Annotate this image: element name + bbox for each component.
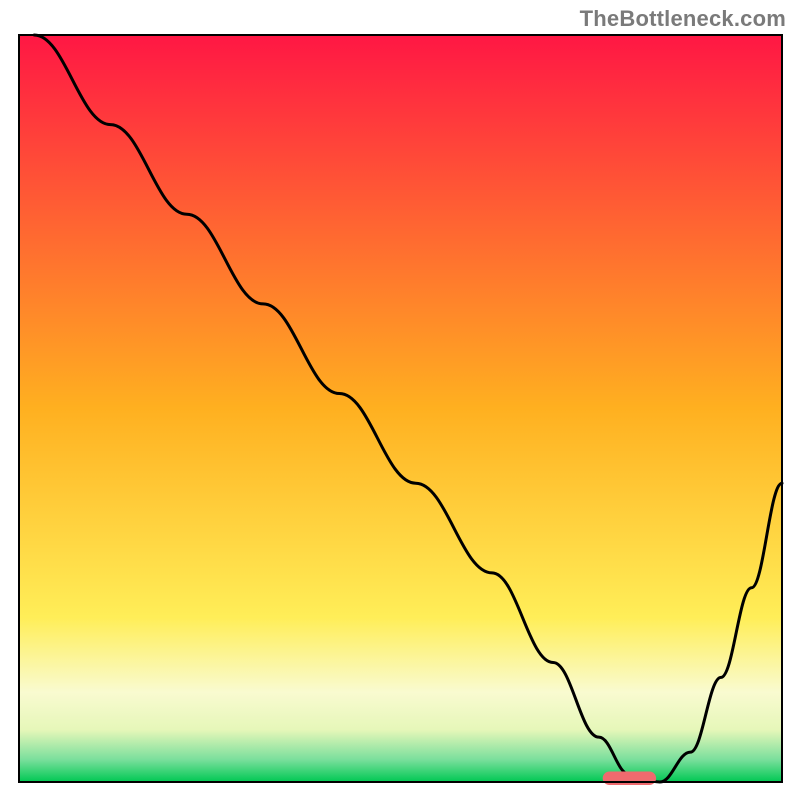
- chart-stage: TheBottleneck.com: [0, 0, 800, 800]
- watermark-text: TheBottleneck.com: [580, 6, 786, 32]
- chart-background: [19, 35, 782, 782]
- bottleneck-chart: [0, 0, 800, 800]
